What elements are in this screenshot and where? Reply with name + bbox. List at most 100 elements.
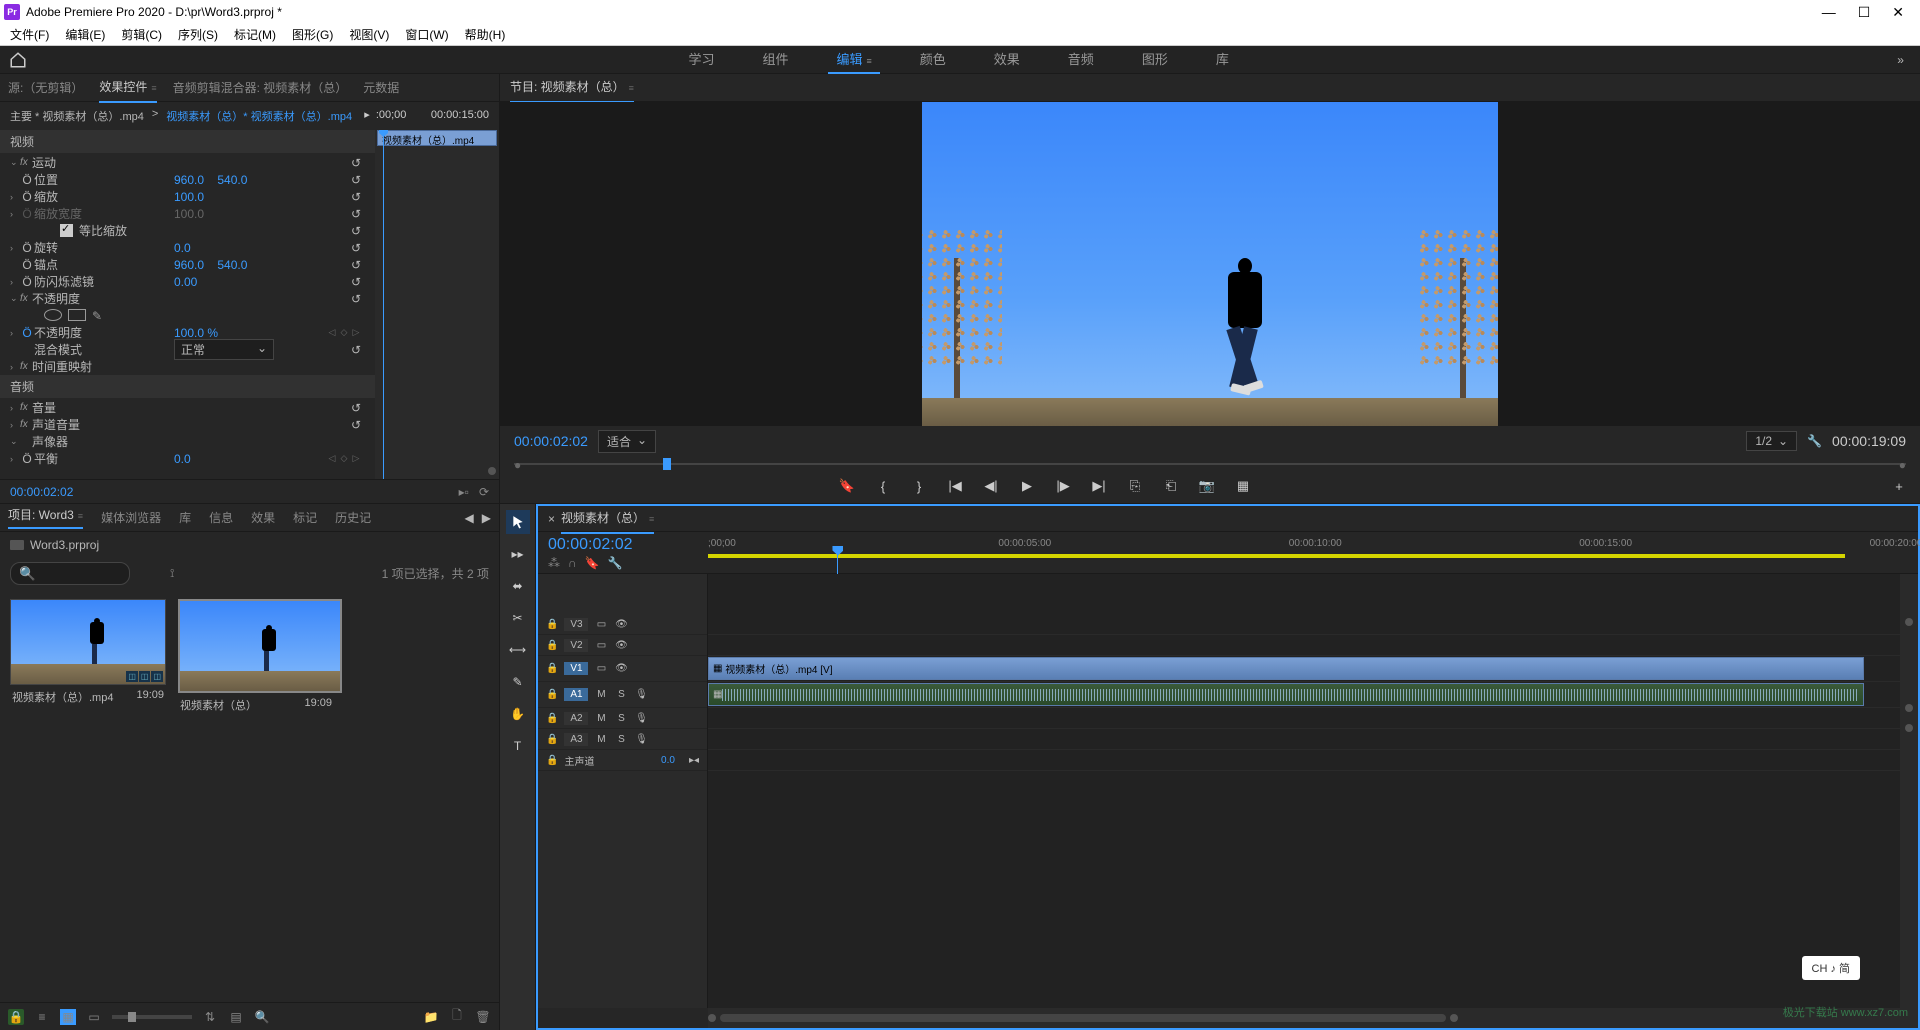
type-tool-icon[interactable]: T: [506, 734, 530, 758]
motion-label[interactable]: 运动: [32, 154, 172, 171]
program-tab[interactable]: 节目: 视频素材（总）≡: [510, 72, 634, 103]
prev-keyframe-icon[interactable]: ◁: [327, 453, 337, 464]
eye-icon[interactable]: 👁: [614, 663, 628, 674]
work-area-bar[interactable]: [708, 554, 1845, 558]
new-bin-icon[interactable]: 📁: [423, 1009, 439, 1025]
reset-icon[interactable]: ↺: [351, 173, 365, 187]
mute-icon[interactable]: M: [594, 713, 608, 724]
menu-help[interactable]: 帮助(H): [459, 24, 512, 45]
video-clip[interactable]: ▦ 视频素材（总）.mp4 [V]: [708, 657, 1864, 680]
expand-icon[interactable]: ›: [10, 420, 20, 430]
lock-icon[interactable]: 🔒: [546, 689, 558, 700]
fit-dropdown[interactable]: 适合⌄: [598, 430, 656, 453]
track-v1[interactable]: V1: [564, 662, 588, 675]
tab-effect-controls[interactable]: 效果控件≡: [99, 74, 156, 103]
opacity-value[interactable]: 100.0 %: [174, 326, 218, 340]
nav-prev-icon[interactable]: ◀: [465, 511, 474, 525]
tab-history[interactable]: 历史记: [335, 509, 371, 526]
workspace-graphics[interactable]: 图形: [1134, 45, 1176, 74]
track-a3[interactable]: A3: [564, 733, 588, 746]
workspace-learn[interactable]: 学习: [680, 45, 722, 74]
delete-icon[interactable]: 🗑: [475, 1009, 491, 1025]
ec-timeline-clip[interactable]: 视频素材（总）.mp4: [377, 130, 497, 146]
lock-icon[interactable]: 🔒: [546, 640, 558, 651]
track-collapse-icon[interactable]: ▸◂: [689, 755, 699, 766]
new-item-icon[interactable]: 🗋: [449, 1009, 465, 1025]
find-icon[interactable]: 🔍: [254, 1009, 270, 1025]
lock-icon[interactable]: 🔒: [546, 713, 558, 724]
anchor-y[interactable]: 540.0: [217, 258, 247, 272]
tab-audio-mixer[interactable]: 音频剪辑混合器: 视频素材（总）: [173, 74, 348, 102]
opacity-section[interactable]: 不透明度: [32, 290, 172, 307]
ec-sequence-clip[interactable]: 视频素材（总）* 视频素材（总）.mp4: [166, 108, 352, 124]
tab-project[interactable]: 项目: Word3≡: [8, 506, 83, 529]
scrubber-handle-left[interactable]: ●: [514, 458, 521, 472]
tab-source[interactable]: 源:（无剪辑）: [8, 74, 83, 102]
horizontal-scrollbar[interactable]: [708, 1008, 1918, 1028]
effect-controls-timeline[interactable]: 视频素材（总）.mp4: [375, 130, 499, 479]
reset-icon[interactable]: ↺: [351, 343, 365, 357]
expand-icon[interactable]: ›: [10, 454, 20, 464]
ec-loop-icon[interactable]: ⟳: [479, 485, 489, 499]
workspace-assembly[interactable]: 组件: [754, 45, 796, 74]
position-y[interactable]: 540.0: [217, 173, 247, 187]
settings-icon[interactable]: 🔧: [1807, 434, 1822, 448]
reset-icon[interactable]: ↺: [351, 418, 365, 432]
track-a1[interactable]: A1: [564, 688, 588, 701]
next-keyframe-icon[interactable]: ▷: [351, 327, 361, 338]
menu-sequence[interactable]: 序列(S): [172, 24, 224, 45]
expand-icon[interactable]: ›: [10, 328, 20, 338]
ec-play-icon[interactable]: ▸▫: [459, 485, 469, 499]
slip-tool-icon[interactable]: ⟷: [506, 638, 530, 662]
mute-icon[interactable]: M: [594, 689, 608, 700]
vertical-scrollbar[interactable]: [1900, 574, 1918, 1008]
linked-selection-icon[interactable]: ∩: [568, 556, 577, 570]
program-scrubber[interactable]: ● ●: [514, 456, 1906, 469]
uniform-scale-checkbox[interactable]: [60, 224, 73, 237]
home-icon[interactable]: [8, 51, 28, 69]
mask-rect-icon[interactable]: [68, 309, 86, 321]
track-a2[interactable]: A2: [564, 712, 588, 725]
track-v3[interactable]: V3: [564, 618, 588, 631]
scale-value[interactable]: 100.0: [174, 190, 204, 204]
settings-icon[interactable]: 🔧: [608, 556, 623, 570]
solo-icon[interactable]: S: [614, 689, 628, 700]
reset-icon[interactable]: ↺: [351, 258, 365, 272]
add-keyframe-icon[interactable]: ◇: [339, 327, 349, 338]
menu-clip[interactable]: 剪辑(C): [115, 24, 168, 45]
snap-icon[interactable]: ⁂: [548, 556, 560, 570]
expand-icon[interactable]: ›: [10, 277, 20, 287]
position-x[interactable]: 960.0: [174, 173, 204, 187]
master-track-label[interactable]: 主声道: [564, 753, 594, 768]
search-input[interactable]: [10, 562, 130, 585]
freeform-view-icon[interactable]: ▭: [86, 1009, 102, 1025]
write-lock-icon[interactable]: 🔒: [8, 1009, 24, 1025]
nav-next-icon[interactable]: ▶: [482, 511, 491, 525]
lift-icon[interactable]: ⎘: [1126, 477, 1144, 495]
solo-icon[interactable]: S: [614, 713, 628, 724]
expand-icon[interactable]: ⌄: [10, 436, 20, 447]
bin-item-sequence[interactable]: 视频素材（总）19:09: [178, 599, 334, 717]
audio-clip[interactable]: ▦: [708, 683, 1864, 706]
balance-value[interactable]: 0.0: [174, 452, 191, 466]
step-back-icon[interactable]: ◀|: [982, 477, 1000, 495]
bin-item-clip[interactable]: ◫◫◫ 视频素材（总）.mp419:09: [10, 599, 166, 709]
razor-tool-icon[interactable]: ✂: [506, 606, 530, 630]
reset-icon[interactable]: ↺: [351, 190, 365, 204]
stopwatch-icon[interactable]: Ö: [20, 452, 34, 466]
pen-tool-icon[interactable]: ✎: [506, 670, 530, 694]
icon-view-icon[interactable]: ▦: [60, 1009, 76, 1025]
play-icon[interactable]: ▶: [1018, 477, 1036, 495]
button-editor-icon[interactable]: +: [1890, 477, 1908, 495]
list-view-icon[interactable]: ≡: [34, 1009, 50, 1025]
marker-icon[interactable]: 🔖: [585, 556, 600, 570]
expand-icon[interactable]: ›: [10, 209, 20, 219]
expand-icon[interactable]: ›: [10, 362, 20, 372]
zoom-dropdown[interactable]: 1/2⌄: [1746, 431, 1797, 451]
solo-icon[interactable]: S: [614, 734, 628, 745]
program-monitor-viewport[interactable]: [500, 102, 1920, 426]
ec-master-clip[interactable]: 主要 * 视频素材（总）.mp4: [10, 108, 144, 124]
sequence-tab[interactable]: 视频素材（总）≡: [561, 503, 654, 534]
timeline-timecode[interactable]: 00:00:02:02: [548, 536, 698, 554]
hand-tool-icon[interactable]: ✋: [506, 702, 530, 726]
